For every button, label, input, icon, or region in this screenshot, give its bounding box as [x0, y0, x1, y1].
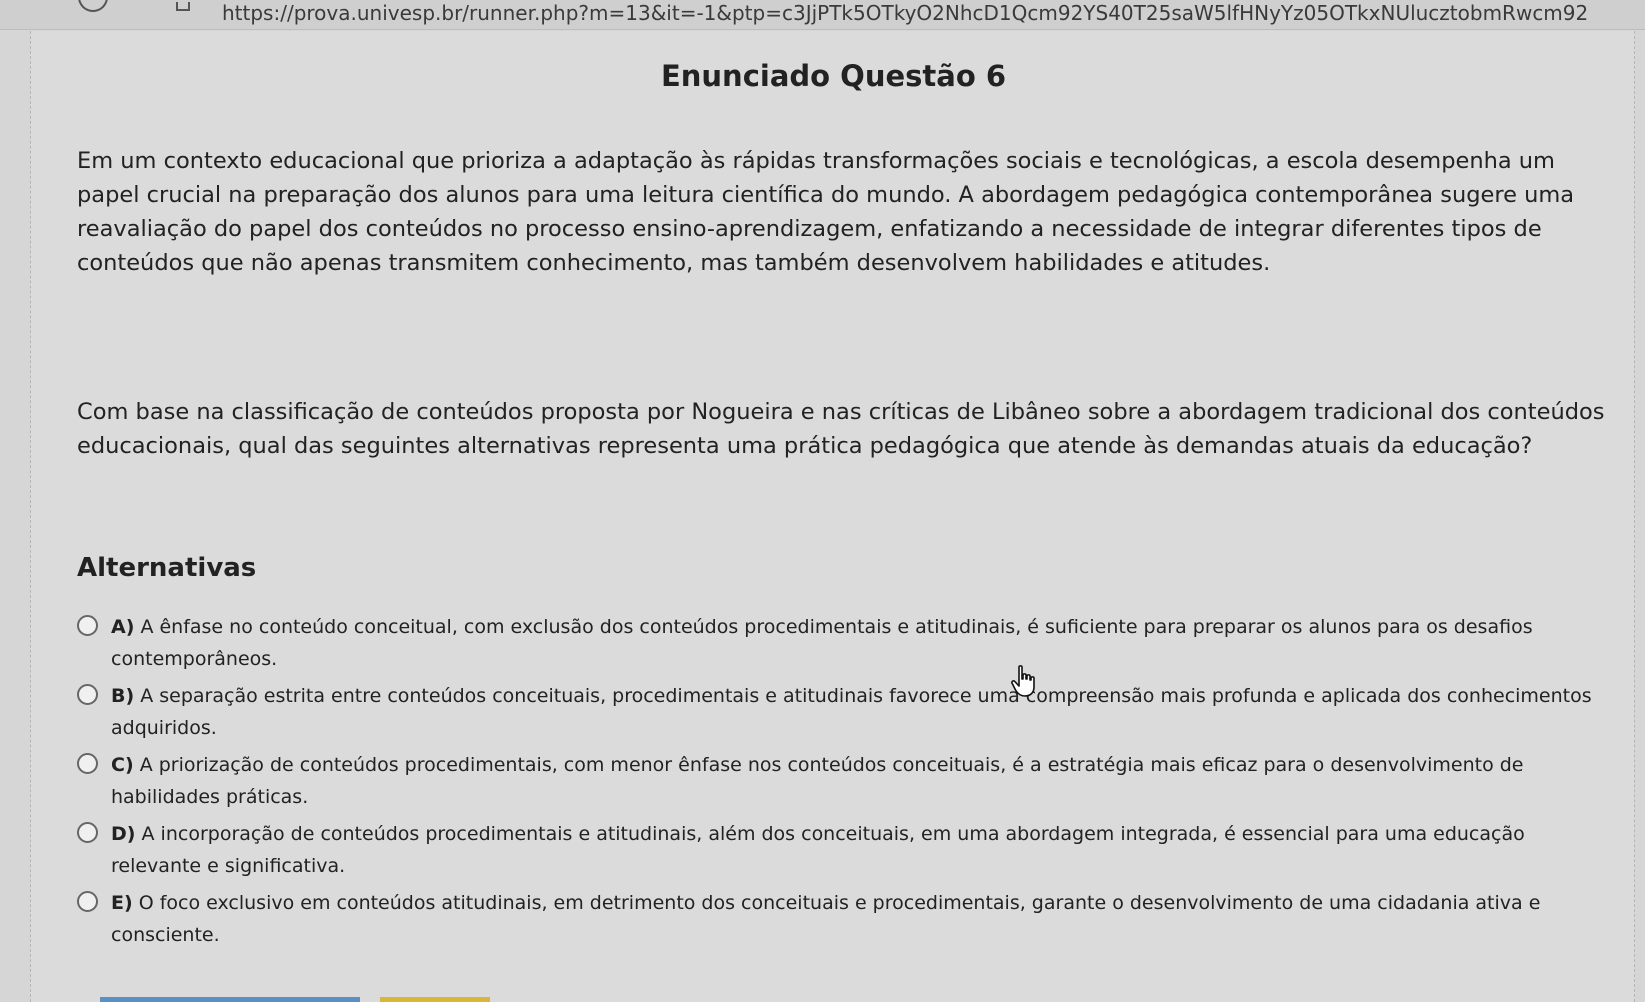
bottom-bar-blue — [100, 997, 360, 1002]
radio-unchecked-icon[interactable] — [77, 615, 98, 636]
option-letter: E) — [111, 892, 133, 914]
option-e-text[interactable]: E) O foco exclusivo em conteúdos atitudi… — [111, 887, 1611, 951]
radio-unchecked-icon[interactable] — [77, 684, 98, 705]
option-d[interactable]: D) A incorporação de conteúdos procedime… — [77, 818, 1617, 887]
question-title: Enunciado Questão 6 — [660, 59, 1007, 93]
alternatives-heading: Alternativas — [77, 553, 257, 583]
option-b-text[interactable]: B) A separação estrita entre conteúdos c… — [111, 680, 1611, 744]
option-letter: D) — [111, 823, 136, 845]
option-label: A incorporação de conteúdos procedimenta… — [111, 823, 1525, 877]
option-c-text[interactable]: C) A priorização de conteúdos procedimen… — [111, 749, 1611, 813]
option-b[interactable]: B) A separação estrita entre conteúdos c… — [77, 680, 1617, 749]
url-text[interactable]: https://prova.univesp.br/runner.php?m=13… — [222, 0, 1642, 30]
option-label: A ênfase no conteúdo conceitual, com exc… — [111, 616, 1533, 670]
option-label: A separação estrita entre conteúdos conc… — [111, 685, 1592, 739]
option-d-text[interactable]: D) A incorporação de conteúdos procedime… — [111, 818, 1611, 882]
option-letter: B) — [111, 685, 135, 707]
option-letter: C) — [111, 754, 134, 776]
option-a-text[interactable]: A) A ênfase no conteúdo conceitual, com … — [111, 611, 1611, 675]
tab-icon[interactable] — [176, 2, 190, 11]
radio-unchecked-icon[interactable] — [77, 891, 98, 912]
reload-icon[interactable] — [78, 0, 108, 12]
radio-unchecked-icon[interactable] — [77, 822, 98, 843]
alternatives-list: A) A ênfase no conteúdo conceitual, com … — [77, 611, 1617, 956]
option-e[interactable]: E) O foco exclusivo em conteúdos atitudi… — [77, 887, 1617, 956]
option-a[interactable]: A) A ênfase no conteúdo conceitual, com … — [77, 611, 1617, 680]
bottom-bar-yellow — [380, 997, 490, 1002]
question-page: Enunciado Questão 6 Em um contexto educa… — [30, 31, 1635, 1002]
bottom-progress-bar — [100, 997, 490, 1002]
browser-address-bar[interactable]: https://prova.univesp.br/runner.php?m=13… — [0, 0, 1645, 30]
question-prompt-paragraph: Com base na classificação de conteúdos p… — [77, 399, 1605, 459]
question-context-paragraph: Em um contexto educacional que prioriza … — [77, 148, 1575, 276]
radio-unchecked-icon[interactable] — [77, 753, 98, 774]
option-label: O foco exclusivo em conteúdos atitudinai… — [111, 892, 1541, 946]
option-c[interactable]: C) A priorização de conteúdos procedimen… — [77, 749, 1617, 818]
option-label: A priorização de conteúdos procedimentai… — [111, 754, 1524, 808]
option-letter: A) — [111, 616, 135, 638]
